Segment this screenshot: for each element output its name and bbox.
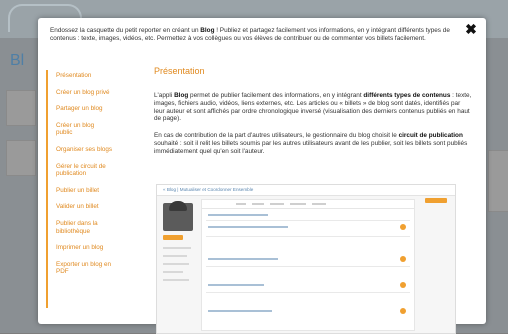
sidebar-item-exporter-pdf[interactable]: Exporter un blog en PDF <box>56 261 116 276</box>
sidebar-item-partager-blog[interactable]: Partager un blog <box>56 105 130 113</box>
sidebar-item-presentation[interactable]: Présentation <box>56 72 130 80</box>
sidebar-item-creer-blog-prive[interactable]: Créer un blog privé <box>56 89 130 97</box>
screenshot-action-dot <box>400 308 406 314</box>
sidebar-item-imprimer-blog[interactable]: Imprimer un blog <box>56 244 130 252</box>
screenshot-post-title <box>208 310 272 312</box>
section-heading: Présentation <box>154 66 205 76</box>
sidebar-item-organiser-blogs[interactable]: Organiser ses blogs <box>56 146 112 154</box>
intro-text: Endossez la casquette du petit reporter … <box>50 27 460 43</box>
screenshot-post-title <box>208 214 268 216</box>
intro-text-part: Endossez la casquette du petit reporter … <box>50 27 201 34</box>
text-span: permet de publier facilement des informa… <box>188 92 364 99</box>
screenshot-button <box>425 198 447 203</box>
screenshot-breadcrumb: « Blog | Mutualiser et Coordonner Ensemb… <box>163 187 254 192</box>
sidebar-item-publier-billet[interactable]: Publier un billet <box>56 187 130 195</box>
screenshot-tabs <box>202 200 414 209</box>
screenshot-line <box>163 255 187 257</box>
screenshot-row <box>206 220 410 221</box>
paragraph-circuit: En cas de contribution de la part d'autr… <box>154 132 472 155</box>
screenshot-row <box>206 236 410 237</box>
background-card <box>6 140 36 176</box>
close-icon[interactable]: ✖ <box>464 22 478 36</box>
help-sidebar: Présentation Créer un blog privé Partage… <box>46 70 130 308</box>
text-bold: différents types de contenus <box>363 92 451 99</box>
help-modal: ✖ Endossez la casquette du petit reporte… <box>38 18 486 334</box>
screenshot-line <box>163 247 191 249</box>
screenshot-line <box>163 263 189 265</box>
screenshot-main <box>201 199 415 331</box>
screenshot-row <box>206 292 410 293</box>
sidebar-item-circuit-publication[interactable]: Gérer le circuit de publication <box>56 163 126 178</box>
text-span: souhaité : soit il relit les billets sou… <box>154 139 468 155</box>
screenshot-button <box>163 235 183 240</box>
text-span: L'appli <box>154 92 175 99</box>
screenshot-line <box>163 271 183 273</box>
screenshot-action-dot <box>400 224 406 230</box>
screenshot-post-title <box>208 258 278 260</box>
blog-screenshot: « Blog | Mutualiser et Coordonner Ensemb… <box>156 184 456 334</box>
screenshot-tab <box>270 203 284 205</box>
text-span: En cas de contribution de la part d'autr… <box>154 132 399 139</box>
screenshot-blog-avatar <box>163 201 193 231</box>
text-bold: Blog <box>174 92 189 99</box>
screenshot-line <box>163 279 189 281</box>
sidebar-item-publier-bibliotheque[interactable]: Publier dans la bibliothèque <box>56 220 112 235</box>
help-content: Présentation L'appli Blog permet de publ… <box>154 66 472 334</box>
screenshot-post-title <box>208 226 288 228</box>
sidebar-item-creer-blog-public[interactable]: Créer un blog public <box>56 122 112 137</box>
screenshot-tab <box>312 203 326 205</box>
screenshot-tab <box>236 203 246 205</box>
screenshot-action-dot <box>400 256 406 262</box>
text-bold: circuit de publication <box>398 132 463 139</box>
background-card <box>6 90 36 126</box>
screenshot-row <box>206 266 410 267</box>
screenshot-tab <box>252 203 264 205</box>
screenshot-post-title <box>208 284 264 286</box>
screenshot-tab <box>290 203 306 205</box>
background-title: Bl <box>10 52 25 69</box>
background-card <box>488 150 508 212</box>
paragraph-intro: L'appli Blog permet de publier facilemen… <box>154 92 472 123</box>
screenshot-action-dot <box>400 282 406 288</box>
sidebar-item-valider-billet[interactable]: Valider un billet <box>56 203 130 211</box>
intro-text-bold: Blog <box>200 27 215 34</box>
screenshot-topbar: « Blog | Mutualiser et Coordonner Ensemb… <box>157 185 455 196</box>
